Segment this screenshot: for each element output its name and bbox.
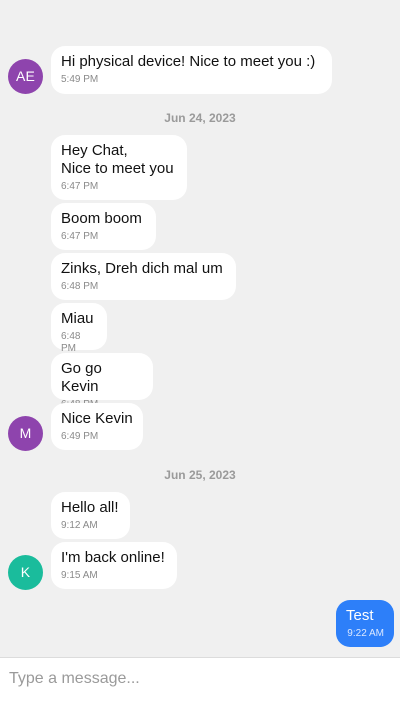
message-bubble[interactable]: Nice Kevin 6:49 PM — [51, 403, 143, 450]
message-text: Zinks, Dreh dich mal um — [61, 260, 223, 277]
message-time: 6:47 PM — [61, 231, 99, 242]
message-input[interactable] — [9, 668, 389, 690]
message-text: Miau — [61, 310, 94, 327]
message-bubble[interactable]: Boom boom 6:47 PM — [51, 203, 156, 250]
message-bubble[interactable]: Hi physical device! Nice to meet you :) … — [51, 46, 332, 94]
message-text: Hi physical device! Nice to meet you :) — [61, 53, 316, 70]
message-text: Hey Chat, Nice to meet you — [61, 142, 174, 177]
message-text: I'm back online! — [61, 549, 165, 566]
message-bubble[interactable]: Miau 6:48 PM — [51, 303, 107, 354]
message-bubble[interactable]: Hey Chat, Nice to meet you 6:47 PM — [51, 135, 187, 200]
message-text: Test — [346, 607, 374, 624]
avatar[interactable]: M — [8, 416, 43, 451]
message-text: Nice Kevin — [61, 410, 133, 427]
message-time: 6:48 PM — [61, 281, 99, 292]
date-separator: Jun 24, 2023 — [164, 111, 236, 125]
message-composer — [0, 657, 400, 701]
message-time: 5:49 PM — [61, 74, 99, 85]
message-bubble[interactable]: I'm back online! 9:15 AM — [51, 542, 177, 589]
message-text: Go go Kevin — [61, 360, 102, 395]
avatar[interactable]: K — [8, 555, 43, 590]
message-time: 6:49 PM — [61, 431, 99, 442]
message-time: 6:48 PM — [61, 331, 81, 354]
date-separator: Jun 25, 2023 — [164, 468, 236, 482]
message-bubble[interactable]: Hello all! 9:12 AM — [51, 492, 130, 539]
message-bubble[interactable]: Go go Kevin 6:48 PM — [51, 353, 153, 410]
message-bubble[interactable]: Zinks, Dreh dich mal um 6:48 PM — [51, 253, 236, 300]
avatar[interactable]: AE — [8, 59, 43, 94]
message-text: Boom boom — [61, 210, 142, 227]
outgoing-message-bubble[interactable]: Test 9:22 AM — [336, 600, 394, 647]
message-time: 6:47 PM — [61, 181, 99, 192]
message-time: 9:22 AM — [347, 628, 384, 639]
message-time: 9:15 AM — [61, 570, 98, 581]
message-text: Hello all! — [61, 499, 119, 516]
message-time: 9:12 AM — [61, 520, 98, 531]
